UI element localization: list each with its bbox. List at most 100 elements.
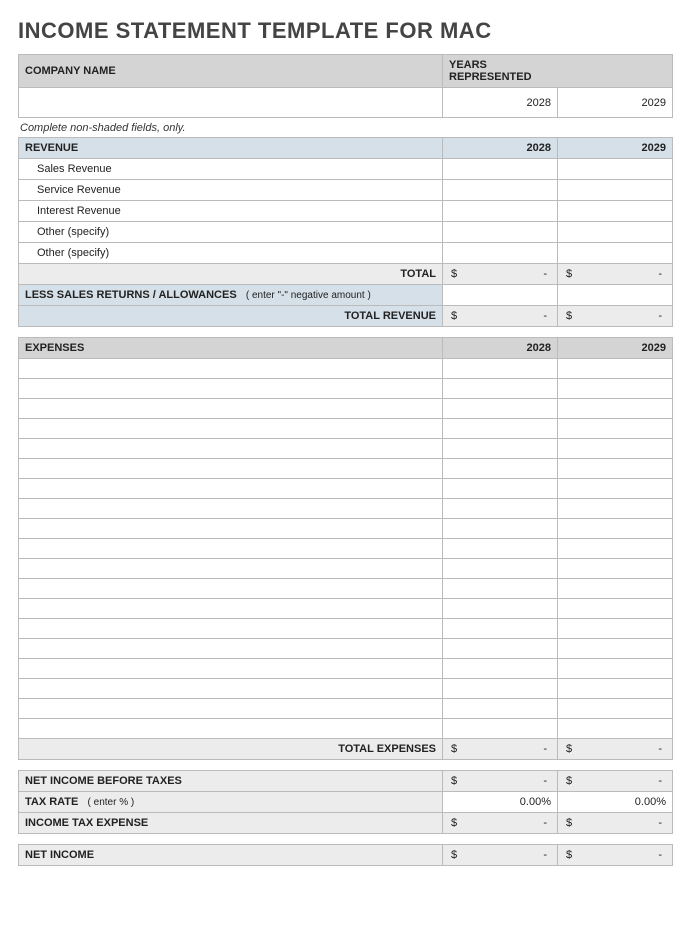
expense-item-label[interactable] bbox=[19, 619, 443, 639]
tax-rate-y1[interactable]: 0.00% bbox=[443, 792, 558, 813]
summary-table: NET INCOME BEFORE TAXES $- $- TAX RATE (… bbox=[18, 770, 673, 834]
expense-item-y1[interactable] bbox=[443, 659, 558, 679]
expense-item-y1[interactable] bbox=[443, 619, 558, 639]
expense-item-label[interactable] bbox=[19, 659, 443, 679]
total-revenue-y1: $- bbox=[443, 306, 558, 327]
year1-input[interactable]: 2028 bbox=[443, 88, 558, 118]
net-income-label: NET INCOME bbox=[19, 845, 443, 866]
total-revenue-y2: $- bbox=[558, 306, 673, 327]
revenue-year2: 2029 bbox=[558, 138, 673, 159]
expense-item-y1[interactable] bbox=[443, 699, 558, 719]
expense-item-y1[interactable] bbox=[443, 439, 558, 459]
revenue-item-y1[interactable] bbox=[443, 159, 558, 180]
expense-item-label[interactable] bbox=[19, 479, 443, 499]
expense-item-label[interactable] bbox=[19, 439, 443, 459]
expense-item-y2[interactable] bbox=[558, 679, 673, 699]
expense-item-y2[interactable] bbox=[558, 699, 673, 719]
expense-item-label[interactable] bbox=[19, 419, 443, 439]
expense-item-y2[interactable] bbox=[558, 419, 673, 439]
company-name-input[interactable] bbox=[19, 88, 443, 118]
income-tax-expense-label: INCOME TAX EXPENSE bbox=[19, 813, 443, 834]
expense-item-label[interactable] bbox=[19, 539, 443, 559]
expense-item-y1[interactable] bbox=[443, 499, 558, 519]
expense-item-label[interactable] bbox=[19, 599, 443, 619]
expenses-table: EXPENSES 2028 2029 TOTAL EXPENSES $- $- bbox=[18, 337, 673, 760]
tax-rate-label: TAX RATE ( enter % ) bbox=[19, 792, 443, 813]
expense-item-y2[interactable] bbox=[558, 619, 673, 639]
expense-item-y2[interactable] bbox=[558, 559, 673, 579]
expense-item-y1[interactable] bbox=[443, 479, 558, 499]
expense-item-label[interactable] bbox=[19, 679, 443, 699]
net-income-table: NET INCOME $- $- bbox=[18, 844, 673, 866]
expense-item-y1[interactable] bbox=[443, 639, 558, 659]
revenue-item-label: Other (specify) bbox=[19, 243, 443, 264]
expense-item-y2[interactable] bbox=[558, 599, 673, 619]
expense-item-label[interactable] bbox=[19, 699, 443, 719]
income-tax-expense-y1: $- bbox=[443, 813, 558, 834]
expense-item-y1[interactable] bbox=[443, 419, 558, 439]
expense-item-y2[interactable] bbox=[558, 579, 673, 599]
expense-item-y1[interactable] bbox=[443, 359, 558, 379]
expense-item-y2[interactable] bbox=[558, 719, 673, 739]
net-income-y2: $- bbox=[558, 845, 673, 866]
revenue-total-y2: $- bbox=[558, 264, 673, 285]
revenue-item-y2[interactable] bbox=[558, 159, 673, 180]
net-income-y1: $- bbox=[443, 845, 558, 866]
expense-item-y1[interactable] bbox=[443, 599, 558, 619]
expense-item-y1[interactable] bbox=[443, 559, 558, 579]
expense-item-label[interactable] bbox=[19, 519, 443, 539]
revenue-item-y1[interactable] bbox=[443, 222, 558, 243]
expense-item-y2[interactable] bbox=[558, 399, 673, 419]
expense-item-y1[interactable] bbox=[443, 679, 558, 699]
expense-item-label[interactable] bbox=[19, 499, 443, 519]
revenue-item-y1[interactable] bbox=[443, 243, 558, 264]
less-returns-y2[interactable] bbox=[558, 285, 673, 306]
year2-input[interactable]: 2029 bbox=[558, 88, 673, 118]
revenue-item-y1[interactable] bbox=[443, 201, 558, 222]
expense-item-label[interactable] bbox=[19, 459, 443, 479]
expense-item-y1[interactable] bbox=[443, 519, 558, 539]
expense-item-y1[interactable] bbox=[443, 399, 558, 419]
expense-item-label[interactable] bbox=[19, 639, 443, 659]
total-expenses-y1: $- bbox=[443, 739, 558, 760]
revenue-header: REVENUE bbox=[19, 138, 443, 159]
net-before-tax-y1: $- bbox=[443, 771, 558, 792]
company-name-header: COMPANY NAME bbox=[19, 55, 443, 88]
expense-item-y2[interactable] bbox=[558, 479, 673, 499]
expense-item-y2[interactable] bbox=[558, 519, 673, 539]
revenue-item-label: Sales Revenue bbox=[19, 159, 443, 180]
expense-item-y1[interactable] bbox=[443, 719, 558, 739]
income-tax-expense-y2: $- bbox=[558, 813, 673, 834]
expense-item-y2[interactable] bbox=[558, 459, 673, 479]
total-expenses-label: TOTAL EXPENSES bbox=[19, 739, 443, 760]
expense-item-y2[interactable] bbox=[558, 439, 673, 459]
expenses-year2: 2029 bbox=[558, 338, 673, 359]
expense-item-label[interactable] bbox=[19, 579, 443, 599]
expense-item-label[interactable] bbox=[19, 559, 443, 579]
tax-rate-y2[interactable]: 0.00% bbox=[558, 792, 673, 813]
expense-item-label[interactable] bbox=[19, 719, 443, 739]
expense-item-y2[interactable] bbox=[558, 659, 673, 679]
expense-item-y1[interactable] bbox=[443, 539, 558, 559]
expense-item-label[interactable] bbox=[19, 379, 443, 399]
revenue-total-y1: $- bbox=[443, 264, 558, 285]
expense-item-y1[interactable] bbox=[443, 379, 558, 399]
expense-item-label[interactable] bbox=[19, 399, 443, 419]
revenue-item-y1[interactable] bbox=[443, 180, 558, 201]
page-title: INCOME STATEMENT TEMPLATE FOR MAC bbox=[18, 18, 672, 44]
expense-item-y1[interactable] bbox=[443, 459, 558, 479]
expense-item-y2[interactable] bbox=[558, 539, 673, 559]
less-returns-y1[interactable] bbox=[443, 285, 558, 306]
expense-item-y2[interactable] bbox=[558, 379, 673, 399]
revenue-item-y2[interactable] bbox=[558, 201, 673, 222]
expense-item-y2[interactable] bbox=[558, 639, 673, 659]
revenue-table: REVENUE 2028 2029 Sales Revenue Service … bbox=[18, 137, 673, 327]
expense-item-label[interactable] bbox=[19, 359, 443, 379]
revenue-item-y2[interactable] bbox=[558, 243, 673, 264]
revenue-item-y2[interactable] bbox=[558, 180, 673, 201]
expense-item-y2[interactable] bbox=[558, 499, 673, 519]
expense-item-y2[interactable] bbox=[558, 359, 673, 379]
expense-item-y1[interactable] bbox=[443, 579, 558, 599]
instruction-text: Complete non-shaded fields, only. bbox=[20, 122, 670, 134]
revenue-item-y2[interactable] bbox=[558, 222, 673, 243]
